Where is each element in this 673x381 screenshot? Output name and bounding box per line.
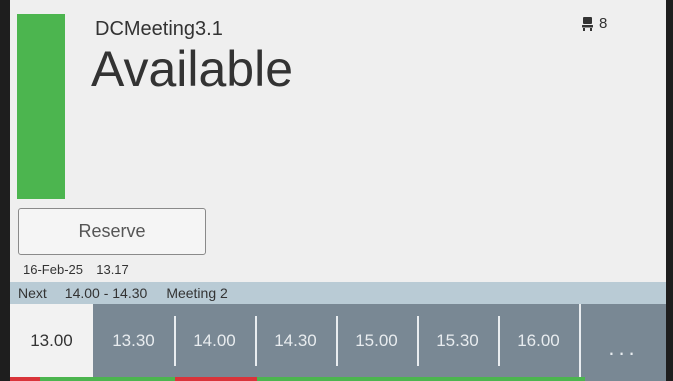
reserve-button[interactable]: Reserve <box>18 208 206 255</box>
next-meeting-time: 14.00 - 14.30 <box>64 285 148 301</box>
unknown-segment <box>585 377 666 381</box>
next-meeting-bar[interactable]: Next 14.00 - 14.30 Meeting 2 <box>10 282 666 304</box>
timeline: 13.00 13.30 14.00 14.30 15.00 15.30 16.0… <box>10 304 666 377</box>
current-date: 16-Feb-25 <box>23 262 83 277</box>
busy-segment <box>10 377 40 381</box>
seat-icon <box>581 16 594 31</box>
free-segment <box>43 377 175 381</box>
time-slot[interactable]: 14.30 <box>255 304 336 377</box>
time-slot[interactable]: 13.00 <box>10 304 93 377</box>
time-slot[interactable]: 14.00 <box>174 304 255 377</box>
time-slot[interactable]: 16.00 <box>498 304 579 377</box>
capacity-count: 8 <box>599 15 608 32</box>
free-segment <box>257 377 585 381</box>
room-name: DCMeeting3.1 <box>95 18 223 40</box>
current-datetime: 16-Feb-25 13.17 <box>23 262 129 277</box>
busy-segment <box>175 377 257 381</box>
time-slot[interactable]: 13.30 <box>93 304 174 377</box>
next-meeting-title: Meeting 2 <box>166 285 228 301</box>
capacity: 8 <box>581 15 607 32</box>
more-slots-button[interactable]: ... <box>579 304 666 377</box>
status-indicator <box>17 14 65 199</box>
current-time: 13.17 <box>96 262 129 277</box>
room-display: DCMeeting3.1 Available 8 Reserve 16-Feb-… <box>10 0 666 381</box>
room-status: Available <box>91 41 294 97</box>
time-slot[interactable]: 15.00 <box>336 304 417 377</box>
time-slot[interactable]: 15.30 <box>417 304 498 377</box>
next-label: Next <box>18 285 47 301</box>
occupancy-bar <box>10 377 666 381</box>
